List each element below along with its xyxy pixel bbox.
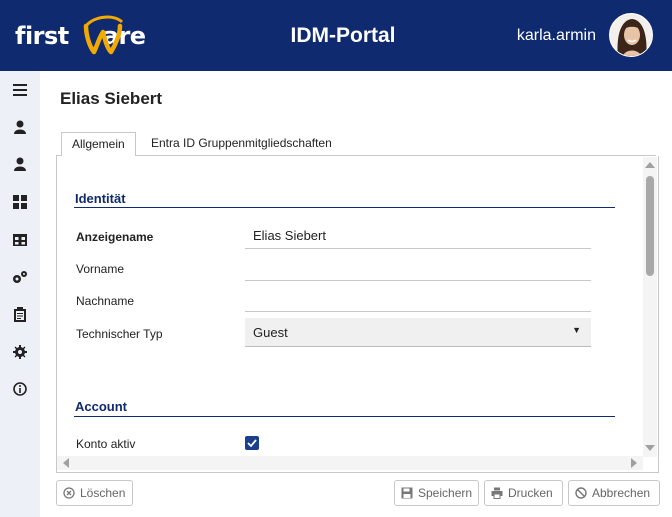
delete-button-label: Löschen	[80, 486, 126, 500]
avatar[interactable]	[609, 13, 653, 57]
page-title: Elias Siebert	[60, 89, 163, 108]
divider	[74, 416, 615, 417]
scroll-up-icon[interactable]	[645, 162, 655, 168]
gear-icon[interactable]	[10, 342, 30, 362]
ban-icon	[575, 487, 587, 499]
display-name-label: Anzeigename	[76, 230, 154, 244]
account-active-checkbox[interactable]	[245, 436, 259, 450]
last-name-label: Nachname	[76, 294, 135, 308]
gears-icon[interactable]	[10, 267, 30, 287]
display-name-field[interactable]: Elias Siebert	[245, 223, 591, 249]
section-title-account: Account	[75, 399, 127, 414]
username[interactable]: karla.armin	[517, 27, 596, 45]
sidebar	[0, 71, 40, 517]
first-name-label: Vorname	[76, 262, 125, 276]
cancel-button-label: Abbrechen	[592, 486, 651, 500]
dashboard-icon[interactable]	[10, 192, 30, 212]
scroll-left-icon[interactable]	[63, 458, 69, 468]
avatar-image	[610, 14, 652, 56]
tab-allgemein[interactable]: Allgemein	[61, 132, 136, 157]
check-icon	[247, 439, 257, 447]
divider	[74, 207, 615, 208]
scroll-right-icon[interactable]	[631, 458, 637, 468]
tab-bar: Allgemein Entra ID Gruppenmitgliedschaft…	[56, 132, 656, 157]
horizontal-scrollbar[interactable]	[57, 456, 643, 470]
account-active-label: Konto aktiv	[76, 437, 136, 451]
cancel-button[interactable]: Abbrechen	[568, 480, 660, 506]
scroll-down-icon[interactable]	[645, 445, 655, 451]
user-icon[interactable]	[10, 117, 30, 137]
user-icon[interactable]	[10, 154, 30, 174]
print-button[interactable]: Drucken	[484, 480, 563, 506]
menu-icon[interactable]	[10, 80, 30, 100]
floppy-disk-icon	[401, 487, 413, 499]
caret-down-icon: ▼	[572, 325, 581, 335]
print-button-label: Drucken	[508, 486, 553, 500]
delete-button[interactable]: Löschen	[56, 480, 133, 506]
tech-type-value: Guest	[253, 325, 288, 340]
first-name-field[interactable]	[245, 255, 591, 281]
gift-icon[interactable]	[10, 229, 30, 249]
app-header: first are IDM-Portal karla.armin	[0, 0, 672, 71]
save-button[interactable]: Speichern	[394, 480, 479, 506]
tech-type-label: Technischer Typ	[76, 327, 163, 341]
info-icon[interactable]	[10, 379, 30, 399]
save-button-label: Speichern	[418, 486, 473, 500]
clipboard-icon[interactable]	[10, 304, 30, 324]
tech-type-select[interactable]: Guest ▼	[245, 318, 591, 347]
section-title-identity: Identität	[75, 191, 126, 206]
delete-circle-icon	[63, 487, 75, 499]
form-panel	[56, 156, 659, 473]
last-name-field[interactable]	[245, 286, 591, 312]
tab-entra-id-groups[interactable]: Entra ID Gruppenmitgliedschaften	[141, 132, 342, 156]
vertical-scroll-thumb[interactable]	[646, 176, 654, 276]
printer-icon	[491, 487, 503, 499]
